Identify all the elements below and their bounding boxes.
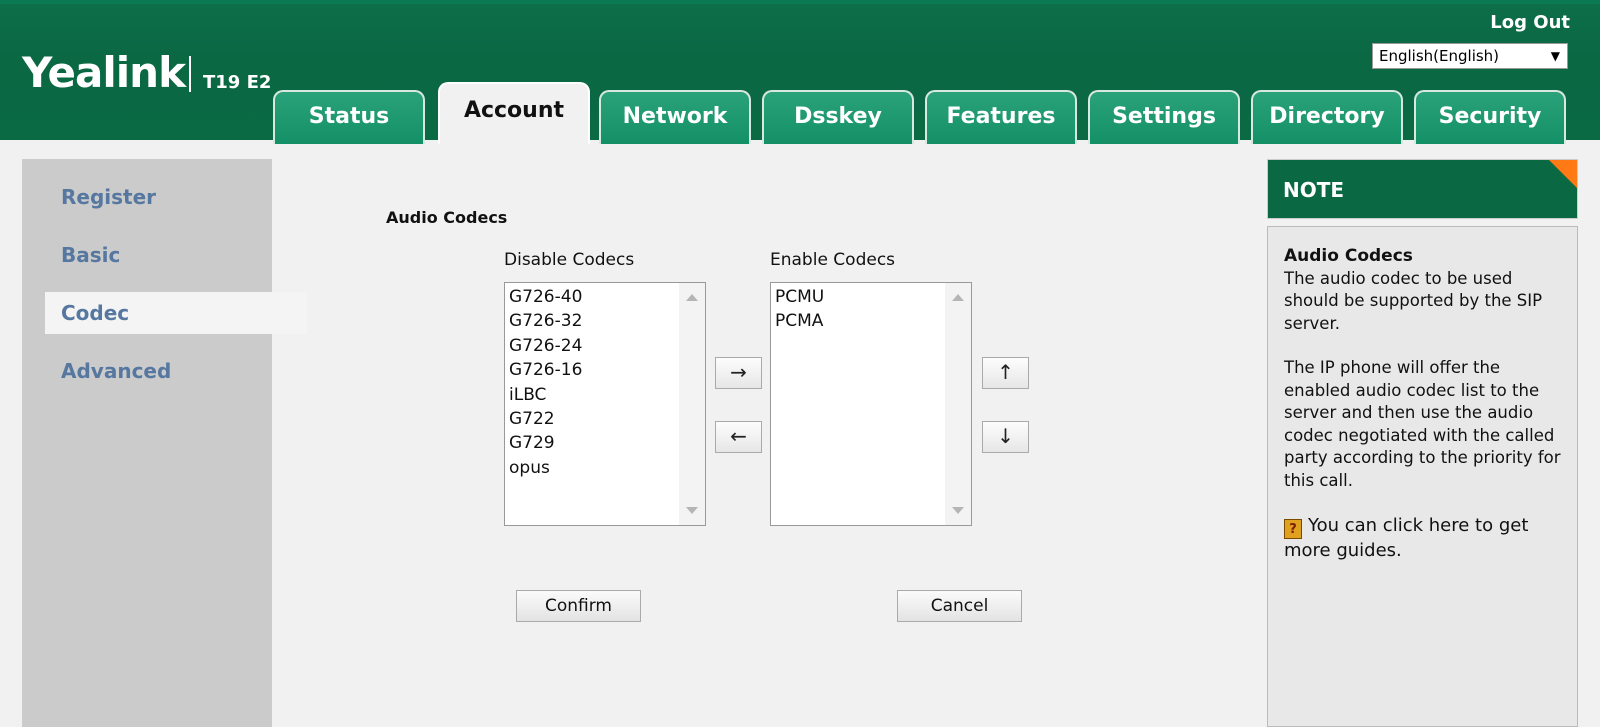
language-selected: English(English) bbox=[1379, 47, 1500, 65]
note-paragraph: The IP phone will offer the enabled audi… bbox=[1284, 358, 1561, 490]
move-right-button[interactable]: → bbox=[715, 357, 762, 389]
note-panel: Audio Codecs The audio codec to be used … bbox=[1267, 226, 1578, 727]
help-book-icon: ? bbox=[1284, 519, 1302, 539]
list-item[interactable]: G729 bbox=[509, 431, 582, 455]
move-up-button[interactable]: ↑ bbox=[982, 357, 1029, 389]
list-item[interactable]: PCMU bbox=[775, 285, 824, 309]
tab-dsskey[interactable]: Dsskey bbox=[762, 90, 914, 144]
corner-fold-icon bbox=[1549, 160, 1577, 188]
list-item[interactable]: G726-32 bbox=[509, 309, 582, 333]
tab-account[interactable]: Account bbox=[438, 82, 590, 144]
scroll-down-icon[interactable] bbox=[952, 507, 964, 514]
scroll-up-icon[interactable] bbox=[686, 294, 698, 301]
sidebar-item-register[interactable]: Register bbox=[22, 176, 272, 218]
list-item[interactable]: PCMA bbox=[775, 309, 824, 333]
list-item[interactable]: opus bbox=[509, 456, 582, 480]
yealink-logo: Yealink bbox=[22, 48, 186, 97]
list-scrollbar[interactable] bbox=[679, 283, 705, 525]
note-header: NOTE bbox=[1267, 159, 1578, 219]
language-select[interactable]: English(English) ▼ bbox=[1372, 43, 1568, 69]
note-title: Audio Codecs bbox=[1284, 246, 1413, 266]
move-left-button[interactable]: ← bbox=[715, 421, 762, 453]
confirm-button[interactable]: Confirm bbox=[516, 590, 641, 622]
enable-codecs-label: Enable Codecs bbox=[770, 250, 896, 270]
note-paragraph: The audio codec to be used should be sup… bbox=[1284, 268, 1543, 333]
tab-network[interactable]: Network bbox=[599, 90, 751, 144]
guide-link-text: You can click here to get more guides. bbox=[1284, 515, 1529, 561]
tab-security[interactable]: Security bbox=[1414, 90, 1566, 144]
header: Yealink T19 E2 Log Out English(English) … bbox=[0, 0, 1600, 144]
list-scrollbar[interactable] bbox=[945, 283, 971, 525]
list-item[interactable]: iLBC bbox=[509, 383, 582, 407]
scroll-down-icon[interactable] bbox=[686, 507, 698, 514]
dropdown-arrow-icon: ▼ bbox=[1550, 49, 1560, 63]
sidebar-item-codec[interactable]: Codec bbox=[45, 292, 307, 334]
list-item[interactable]: G722 bbox=[509, 407, 582, 431]
section-title: Audio Codecs bbox=[386, 208, 508, 227]
disabled-codecs-list[interactable]: G726-40 G726-32 G726-24 G726-16 iLBC G72… bbox=[504, 282, 706, 526]
tab-features[interactable]: Features bbox=[925, 90, 1077, 144]
scroll-up-icon[interactable] bbox=[952, 294, 964, 301]
logo-separator bbox=[189, 56, 191, 92]
list-item[interactable]: G726-24 bbox=[509, 334, 582, 358]
list-item[interactable]: G726-40 bbox=[509, 285, 582, 309]
tab-directory[interactable]: Directory bbox=[1251, 90, 1403, 144]
note-heading: NOTE bbox=[1283, 178, 1345, 202]
sidebar-item-basic[interactable]: Basic bbox=[22, 234, 272, 276]
list-item[interactable]: G726-16 bbox=[509, 358, 582, 382]
sidebar-item-advanced[interactable]: Advanced bbox=[22, 350, 272, 392]
tab-settings[interactable]: Settings bbox=[1088, 90, 1240, 144]
move-down-button[interactable]: ↓ bbox=[982, 421, 1029, 453]
cancel-button[interactable]: Cancel bbox=[897, 590, 1022, 622]
guide-link[interactable]: ? You can click here to get more guides. bbox=[1284, 514, 1563, 563]
tab-status[interactable]: Status bbox=[273, 90, 425, 144]
logout-link[interactable]: Log Out bbox=[1490, 12, 1570, 33]
disable-codecs-label: Disable Codecs bbox=[504, 250, 635, 270]
enabled-codecs-list[interactable]: PCMU PCMA bbox=[770, 282, 972, 526]
model-label: T19 E2 bbox=[203, 72, 272, 93]
